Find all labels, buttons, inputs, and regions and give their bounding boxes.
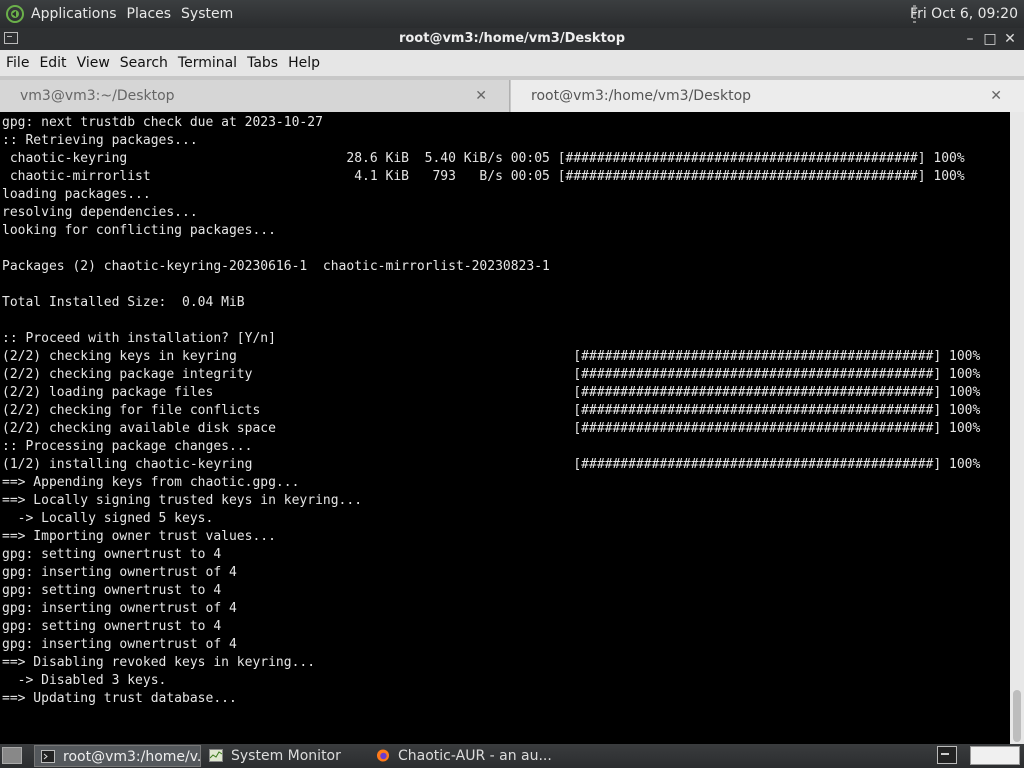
terminal-line: -> Disabled 3 keys. <box>2 673 167 688</box>
terminal-line: gpg: inserting ownertrust of 4 <box>2 565 237 580</box>
terminal-line: (1/2) installing chaotic-keyring [######… <box>2 457 981 472</box>
menu-terminal[interactable]: Terminal <box>178 55 237 71</box>
taskbar-label: root@vm3:/home/v... <box>63 749 201 765</box>
terminal-line: Packages (2) chaotic-keyring-20230616-1 … <box>2 259 550 274</box>
menu-view[interactable]: View <box>77 55 110 71</box>
scrollbar-thumb[interactable] <box>1013 690 1021 742</box>
terminal-line: ==> Appending keys from chaotic.gpg... <box>2 475 300 490</box>
tab-close-icon[interactable]: ✕ <box>475 80 487 112</box>
top-panel: Applications Places System Fri Oct 6, 09… <box>0 0 1024 28</box>
clock[interactable]: Fri Oct 6, 09:20 <box>910 0 1018 28</box>
taskbar-item-firefox[interactable]: Chaotic-AUR - an au... <box>370 745 570 767</box>
terminal-line: :: Processing package changes... <box>2 439 253 454</box>
terminal-line: looking for conflicting packages... <box>2 223 276 238</box>
window-controls: – □ ✕ <box>960 28 1020 50</box>
menu-edit[interactable]: Edit <box>39 55 66 71</box>
taskbar-label: System Monitor <box>231 748 341 764</box>
show-desktop-icon[interactable] <box>2 747 22 764</box>
workspace-switcher[interactable] <box>970 746 1020 765</box>
terminal-line: ==> Importing owner trust values... <box>2 529 276 544</box>
tab-vm3-desktop[interactable]: vm3@vm3:~/Desktop ✕ <box>0 80 510 112</box>
terminal-line: gpg: next trustdb check due at 2023-10-2… <box>2 115 323 130</box>
terminal-line: gpg: setting ownertrust to 4 <box>2 583 222 598</box>
terminal-line: Total Installed Size: 0.04 MiB <box>2 295 245 310</box>
window-titlebar[interactable]: root@vm3:/home/vm3/Desktop – □ ✕ <box>0 28 1024 50</box>
terminal-line: resolving dependencies... <box>2 205 198 220</box>
terminal-line: gpg: inserting ownertrust of 4 <box>2 637 237 652</box>
tab-close-icon[interactable]: ✕ <box>990 80 1002 112</box>
terminal-scrollbar[interactable] <box>1010 112 1024 744</box>
close-button[interactable]: ✕ <box>1000 31 1020 47</box>
terminal-line: gpg: setting ownertrust to 4 <box>2 619 222 634</box>
bottom-taskbar: root@vm3:/home/v... System Monitor Chaot… <box>0 744 1024 768</box>
terminal-line: (2/2) loading package files [###########… <box>2 385 981 400</box>
menu-tabs[interactable]: Tabs <box>247 55 278 71</box>
tab-root-desktop[interactable]: root@vm3:/home/vm3/Desktop ✕ <box>511 80 1024 112</box>
system-monitor-icon <box>209 749 223 762</box>
terminal-line: -> Locally signed 5 keys. <box>2 511 214 526</box>
terminal-line: ==> Disabling revoked keys in keyring... <box>2 655 316 670</box>
taskbar-label: Chaotic-AUR - an au... <box>398 748 552 764</box>
tab-label: vm3@vm3:~/Desktop <box>20 88 175 104</box>
terminal-output[interactable]: gpg: next trustdb check due at 2023-10-2… <box>0 112 1010 744</box>
maximize-button[interactable]: □ <box>980 31 1000 47</box>
terminal-line: :: Retrieving packages... <box>2 133 198 148</box>
minimize-button[interactable]: – <box>960 31 980 47</box>
menu-search[interactable]: Search <box>120 55 168 71</box>
terminal-text: gpg: next trustdb check due at 2023-10-2… <box>0 112 1010 708</box>
terminal-line: chaotic-mirrorlist 4.1 KiB 793 B/s 00:05… <box>2 169 965 184</box>
terminal-line: (2/2) checking for file conflicts [#####… <box>2 403 981 418</box>
terminal-line: gpg: inserting ownertrust of 4 <box>2 601 237 616</box>
tab-label: root@vm3:/home/vm3/Desktop <box>531 88 752 104</box>
terminal-line: (2/2) checking keys in keyring [########… <box>2 349 981 364</box>
terminal-line: ==> Updating trust database... <box>2 691 237 706</box>
window-title: root@vm3:/home/vm3/Desktop <box>398 31 626 46</box>
taskbar-item-system-monitor[interactable]: System Monitor <box>203 745 363 767</box>
tab-bar: vm3@vm3:~/Desktop ✕ root@vm3:/home/vm3/D… <box>0 76 1024 112</box>
menubar: File Edit View Search Terminal Tabs Help <box>0 50 1024 76</box>
terminal-line: :: Proceed with installation? [Y/n] <box>2 331 276 346</box>
terminal-icon <box>41 750 55 763</box>
panel-menu: Applications Places System <box>6 0 243 28</box>
terminal-line: gpg: setting ownertrust to 4 <box>2 547 222 562</box>
taskbar-item-terminal[interactable]: root@vm3:/home/v... <box>34 745 201 767</box>
terminal-line: (2/2) checking package integrity [######… <box>2 367 981 382</box>
terminal-line: (2/2) checking available disk space [###… <box>2 421 981 436</box>
tray-terminal-icon[interactable] <box>937 746 957 764</box>
menu-places[interactable]: Places <box>127 6 172 22</box>
distro-logo-icon[interactable] <box>6 5 24 23</box>
terminal-line: chaotic-keyring 28.6 KiB 5.40 KiB/s 00:0… <box>2 151 965 166</box>
terminal-line: loading packages... <box>2 187 151 202</box>
firefox-icon <box>376 749 390 762</box>
menu-applications[interactable]: Applications <box>31 6 117 22</box>
menu-system[interactable]: System <box>181 6 233 22</box>
menu-file[interactable]: File <box>6 55 29 71</box>
menu-help[interactable]: Help <box>288 55 320 71</box>
terminal-line: ==> Locally signing trusted keys in keyr… <box>2 493 363 508</box>
